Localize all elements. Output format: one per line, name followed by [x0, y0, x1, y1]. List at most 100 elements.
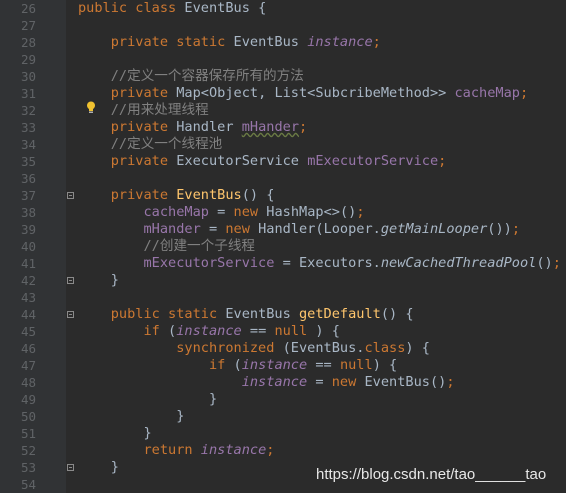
code-token: instance [307, 34, 373, 50]
line-number: 33 [20, 120, 36, 135]
fold-marker-icon[interactable] [67, 464, 74, 471]
code-line[interactable]: 29 [0, 51, 566, 68]
code-line[interactable]: 50 } [0, 408, 566, 425]
line-number: 54 [20, 477, 36, 492]
code-token: private [110, 187, 177, 203]
code-text: private Handler mHander; [78, 119, 307, 136]
code-token: mHander [241, 119, 300, 135]
code-line[interactable]: 32 //用来处理线程 [0, 102, 566, 119]
code-line[interactable]: 37 private EventBus() { [0, 187, 566, 204]
code-token: EventBus [233, 34, 308, 50]
code-text: } [78, 391, 217, 408]
fold-marker-icon[interactable] [67, 277, 74, 284]
code-line[interactable]: 47 if (instance == null) { [0, 357, 566, 374]
code-text: private static EventBus instance; [78, 34, 381, 51]
code-token: if [143, 323, 169, 339]
code-token: ; [446, 374, 455, 390]
line-number: 42 [20, 273, 36, 288]
code-line[interactable]: 33 private Handler mHander; [0, 119, 566, 136]
line-number: 41 [20, 256, 36, 271]
code-line[interactable]: 41 mExecutorService = Executors.newCache… [0, 255, 566, 272]
code-line[interactable]: 35 private ExecutorService mExecutorServ… [0, 153, 566, 170]
code-line[interactable]: 39 mHander = new Handler(Looper.getMainL… [0, 221, 566, 238]
code-token: new [233, 204, 267, 220]
code-token: private [110, 85, 177, 101]
code-line[interactable]: 28 private static EventBus instance; [0, 34, 566, 51]
line-number: 49 [20, 392, 36, 407]
code-line[interactable]: 42 } [0, 272, 566, 289]
code-token: EventBus() [364, 374, 447, 390]
code-token: } [78, 272, 119, 288]
code-text: //定义一个线程池 [78, 136, 223, 153]
code-token: = [200, 221, 226, 237]
line-number: 46 [20, 341, 36, 356]
code-token: cacheMap [454, 85, 520, 101]
line-number: 28 [20, 35, 36, 50]
code-line[interactable]: 34 //定义一个线程池 [0, 136, 566, 153]
line-number: 53 [20, 460, 36, 475]
line-number: 34 [20, 137, 36, 152]
code-token: instance [176, 323, 242, 339]
code-line[interactable]: 27 [0, 17, 566, 34]
code-token: new [331, 374, 365, 390]
code-token: mHander [143, 221, 201, 237]
code-token: } [78, 391, 218, 407]
code-text: mHander = new Handler(Looper.getMainLoop… [78, 221, 520, 238]
code-text: cacheMap = new HashMap<>(); [78, 204, 364, 221]
code-line[interactable]: 43 [0, 289, 566, 306]
line-number: 52 [20, 443, 36, 458]
code-text: private EventBus() { [78, 187, 275, 204]
code-token: == [307, 357, 340, 373]
code-line[interactable]: 40 //创建一个子线程 [0, 238, 566, 255]
code-token: Map<Object, List<SubcribeMethod>> [176, 85, 455, 101]
code-line[interactable]: 46 synchronized (EventBus.class) { [0, 340, 566, 357]
code-line[interactable]: 48 instance = new EventBus(); [0, 374, 566, 391]
code-token: () { [380, 306, 414, 322]
code-token: private [110, 153, 177, 169]
code-text: } [78, 459, 119, 476]
fold-marker-icon[interactable] [67, 192, 74, 199]
code-line[interactable]: 36 [0, 170, 566, 187]
code-token: ; [511, 221, 521, 237]
code-line[interactable]: 49 } [0, 391, 566, 408]
code-line[interactable]: 51 } [0, 425, 566, 442]
code-token: //定义一个线程池 [110, 136, 223, 152]
code-token: ; [519, 85, 529, 101]
line-number: 43 [20, 290, 36, 305]
code-token: } [78, 408, 185, 424]
code-text: synchronized (EventBus.class) { [78, 340, 430, 357]
line-number: 45 [20, 324, 36, 339]
code-line[interactable]: 26 public class EventBus { [0, 0, 566, 17]
code-token: Handler(Looper. [258, 221, 381, 237]
line-number: 26 [20, 1, 36, 16]
code-line[interactable]: 30 //定义一个容器保存所有的方法 [0, 68, 566, 85]
code-line[interactable]: 38 cacheMap = new HashMap<>(); [0, 204, 566, 221]
code-text: private ExecutorService mExecutorService… [78, 153, 447, 170]
code-token: () [536, 255, 553, 271]
lightbulb-icon[interactable] [86, 101, 96, 114]
code-token: ExecutorService [176, 153, 308, 169]
code-line[interactable]: 45 if (instance == null ) { [0, 323, 566, 340]
fold-marker-icon[interactable] [67, 311, 74, 318]
code-line[interactable]: 31 private Map<Object, List<SubcribeMeth… [0, 85, 566, 102]
code-token: ; [372, 34, 381, 50]
code-token: ) { [372, 357, 398, 373]
code-token: ) { [307, 323, 340, 339]
code-line[interactable]: 44 public static EventBus getDefault() { [0, 306, 566, 323]
code-token: public static [110, 306, 226, 322]
code-token: instance [241, 374, 308, 390]
code-text: private Map<Object, List<SubcribeMethod>… [78, 85, 528, 102]
code-line[interactable]: 52 return instance; [0, 442, 566, 459]
line-number: 37 [20, 188, 36, 203]
code-token: mExecutorService [307, 153, 439, 169]
